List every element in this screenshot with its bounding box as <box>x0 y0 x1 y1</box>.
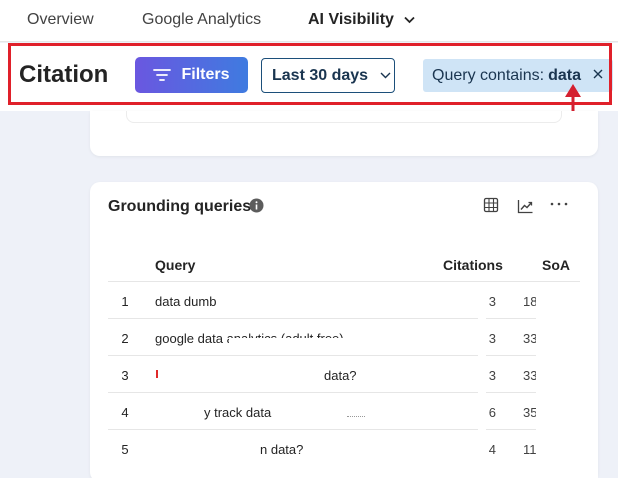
query-cell[interactable]: y track data <box>204 405 271 420</box>
column-clip <box>536 282 598 478</box>
card-title: Grounding queries <box>108 198 252 215</box>
row-divider <box>486 355 536 356</box>
row-divider <box>108 281 580 282</box>
tab-google-analytics[interactable]: Google Analytics <box>142 11 261 29</box>
citations-cell: 6 <box>488 405 496 420</box>
chevron-down-icon <box>404 16 416 24</box>
row-divider <box>486 392 536 393</box>
citations-cell: 3 <box>488 331 496 346</box>
more-options-icon[interactable] <box>550 201 568 207</box>
grounding-queries-card <box>90 182 598 478</box>
row-index: 4 <box>121 405 129 420</box>
citations-cell: 3 <box>488 294 496 309</box>
chart-view-icon[interactable] <box>517 198 534 214</box>
row-divider <box>486 318 536 319</box>
filters-button-label: Filters <box>181 66 230 83</box>
filter-icon <box>153 69 172 81</box>
row-index: 3 <box>121 368 129 383</box>
row-divider <box>108 392 478 393</box>
redaction-mark <box>347 414 365 417</box>
page-title: Citation <box>19 61 109 88</box>
redaction-mark <box>156 370 158 378</box>
redaction-mask <box>229 338 359 347</box>
chip-label: Query contains: <box>432 66 545 84</box>
row-divider <box>108 355 478 356</box>
top-navigation: Overview Google Analytics AI Visibility <box>0 0 618 42</box>
column-header-citations[interactable]: Citations <box>443 257 503 273</box>
column-header-soa[interactable]: SoA <box>542 257 570 273</box>
row-divider <box>108 429 478 430</box>
query-filter-chip[interactable]: Query contains: data <box>423 59 613 92</box>
filters-button[interactable]: Filters <box>135 57 248 93</box>
table-view-icon[interactable] <box>483 197 499 213</box>
query-cell[interactable]: n data? <box>260 442 303 457</box>
query-cell[interactable]: data? <box>324 368 357 383</box>
soa-cell: 11 <box>523 442 537 457</box>
row-index: 2 <box>121 331 129 346</box>
citations-cell: 3 <box>488 368 496 383</box>
date-range-label: Last 30 days <box>272 66 369 84</box>
tab-overview[interactable]: Overview <box>27 11 94 29</box>
info-icon[interactable] <box>249 198 264 213</box>
column-header-query[interactable]: Query <box>155 257 195 273</box>
tab-ai-visibility[interactable]: AI Visibility <box>308 11 416 29</box>
citations-cell: 4 <box>488 442 496 457</box>
date-range-dropdown[interactable]: Last 30 days <box>261 58 395 93</box>
row-divider <box>108 318 478 319</box>
row-divider <box>486 429 536 430</box>
query-cell[interactable]: data dumb <box>155 294 216 309</box>
upper-card-inner <box>126 111 562 123</box>
tab-ai-visibility-label: AI Visibility <box>308 11 394 28</box>
row-index: 1 <box>121 294 129 309</box>
chevron-down-icon <box>380 72 391 79</box>
row-index: 5 <box>121 442 129 457</box>
close-icon[interactable] <box>592 68 604 80</box>
